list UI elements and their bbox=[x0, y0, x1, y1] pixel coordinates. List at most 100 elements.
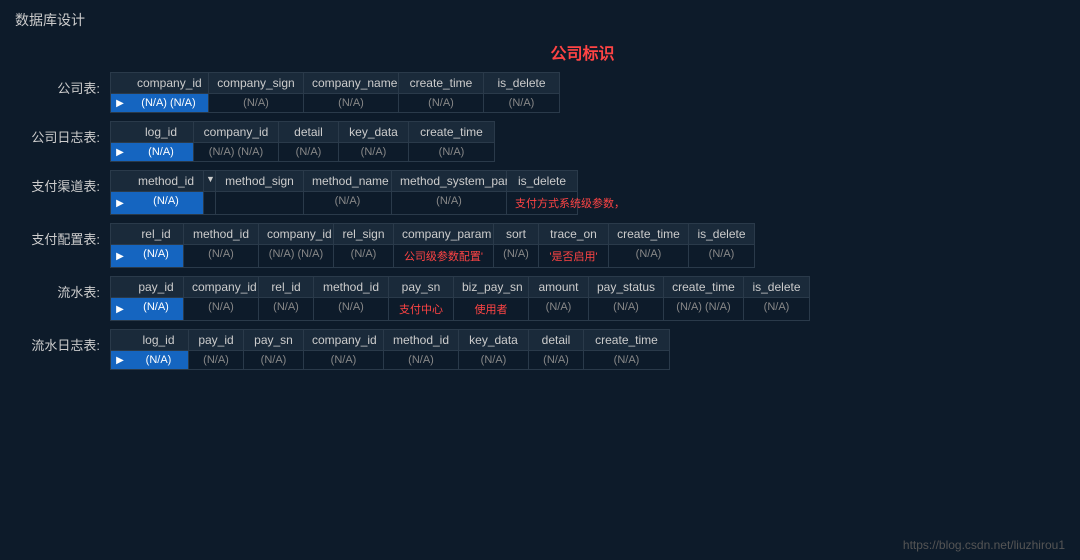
header-cell-0: rel_id bbox=[129, 224, 184, 244]
company-log-table: 公司日志表: log_idcompany_iddetailkey_datacrea… bbox=[15, 121, 1065, 162]
header-cell-2: pay_sn bbox=[244, 330, 304, 350]
header-cell-2: rel_id bbox=[259, 277, 314, 297]
company-table-row-0: ▶(N/A) (N/A)(N/A)(N/A)(N/A)(N/A) bbox=[110, 94, 560, 113]
header-cell-7: pay_status bbox=[589, 277, 664, 297]
header-cell-1: company_id bbox=[184, 277, 259, 297]
pay-method-table-table: method_id▼method_signmethod_namemethod_s… bbox=[110, 170, 578, 215]
pay-method-table-row-0: ▶(N/A)(N/A)(N/A)支付方式系统级参数， bbox=[110, 192, 578, 215]
data-cell-3: (N/A) bbox=[314, 298, 389, 320]
data-cell-9: (N/A) bbox=[744, 298, 809, 320]
data-cell-1: (N/A) bbox=[184, 298, 259, 320]
header-cell-1: ▼ bbox=[204, 171, 216, 191]
data-cell-2: (N/A) bbox=[279, 143, 339, 161]
header-cell-4: create_time bbox=[409, 122, 494, 142]
pay-method-table-label: 支付渠道表: bbox=[15, 170, 100, 195]
header-cell-5: is_delete bbox=[507, 171, 577, 191]
data-cell-6: (N/A) bbox=[529, 351, 584, 369]
row-arrow: ▶ bbox=[111, 298, 129, 320]
flow-log-table-table: log_idpay_idpay_sncompany_idmethod_idkey… bbox=[110, 329, 670, 370]
header-cell-0: method_id bbox=[129, 171, 204, 191]
pay-config-table-row-0: ▶(N/A)(N/A)(N/A) (N/A)(N/A)公司级参数配置'(N/A)… bbox=[110, 245, 755, 268]
arrow-placeholder bbox=[111, 330, 129, 350]
header-cell-0: log_id bbox=[129, 122, 194, 142]
sections-container: 公司表: company_idcompany_signcompany_namecr… bbox=[15, 72, 1065, 370]
row-arrow: ▶ bbox=[111, 94, 129, 112]
header-cell-3: create_time bbox=[399, 73, 484, 93]
header-cell-5: key_data bbox=[459, 330, 529, 350]
data-cell-2: (N/A) bbox=[304, 192, 392, 214]
company-table-header: company_idcompany_signcompany_namecreate… bbox=[110, 72, 560, 94]
header-cell-2: company_id bbox=[259, 224, 334, 244]
flow-table: 流水表: pay_idcompany_idrel_idmethod_idpay_s… bbox=[15, 276, 1065, 321]
header-cell-5: sort bbox=[494, 224, 539, 244]
header-cell-7: create_time bbox=[584, 330, 669, 350]
pay-config-table-table: rel_idmethod_idcompany_idrel_signcompany… bbox=[110, 223, 755, 268]
data-cell-2: (N/A) bbox=[244, 351, 304, 369]
company-table-label: 公司表: bbox=[15, 72, 100, 97]
header-cell-4: method_id bbox=[384, 330, 459, 350]
header-cell-2: company_name bbox=[304, 73, 399, 93]
data-cell-1 bbox=[216, 192, 304, 214]
header-cell-0: company_id bbox=[129, 73, 209, 93]
data-cell-4: (N/A) bbox=[409, 143, 494, 161]
pay-method-table-header: method_id▼method_signmethod_namemethod_s… bbox=[110, 170, 578, 192]
flow-table-label: 流水表: bbox=[15, 276, 100, 301]
data-cell-3: (N/A) bbox=[304, 351, 384, 369]
data-cell-3: (N/A) bbox=[399, 94, 484, 112]
pay-config-table: 支付配置表: rel_idmethod_idcompany_idrel_signc… bbox=[15, 223, 1065, 268]
header-cell-2: detail bbox=[279, 122, 339, 142]
data-cell-5: (N/A) bbox=[494, 245, 539, 267]
header-cell-5: biz_pay_sn bbox=[454, 277, 529, 297]
arrow-placeholder bbox=[111, 224, 129, 244]
data-cell-1: (N/A) bbox=[184, 245, 259, 267]
header-cell-4: method_system_param bbox=[392, 171, 507, 191]
company-table: 公司表: company_idcompany_signcompany_namecr… bbox=[15, 72, 1065, 113]
data-cell-0: (N/A) bbox=[129, 192, 204, 214]
header-cell-3: key_data bbox=[339, 122, 409, 142]
company-log-table-label: 公司日志表: bbox=[15, 121, 100, 146]
company-table-table: company_idcompany_signcompany_namecreate… bbox=[110, 72, 560, 113]
watermark: https://blog.csdn.net/liuzhirou1 bbox=[903, 538, 1065, 552]
flow-log-table-header: log_idpay_idpay_sncompany_idmethod_idkey… bbox=[110, 329, 670, 351]
header-cell-1: pay_id bbox=[189, 330, 244, 350]
header-cell-3: method_id bbox=[314, 277, 389, 297]
empty-cell bbox=[204, 192, 216, 214]
arrow-placeholder bbox=[111, 73, 129, 93]
page-title: 数据库设计 bbox=[0, 0, 1080, 35]
data-cell-4: 支付方式系统级参数， bbox=[507, 192, 577, 214]
section-title: 公司标识 bbox=[15, 40, 1065, 64]
row-arrow: ▶ bbox=[111, 351, 129, 369]
data-cell-3: (N/A) bbox=[392, 192, 507, 214]
data-cell-4: (N/A) bbox=[384, 351, 459, 369]
header-cell-4: pay_sn bbox=[389, 277, 454, 297]
data-cell-1: (N/A) bbox=[189, 351, 244, 369]
data-cell-4: (N/A) bbox=[484, 94, 559, 112]
data-cell-1: (N/A) (N/A) bbox=[194, 143, 279, 161]
flow-table-row-0: ▶(N/A)(N/A)(N/A)(N/A)支付中心使用者(N/A)(N/A)(N… bbox=[110, 298, 810, 321]
header-cell-9: is_delete bbox=[744, 277, 809, 297]
main-content: 公司标识 公司表: company_idcompany_signcompany_n… bbox=[0, 35, 1080, 383]
pay-config-table-header: rel_idmethod_idcompany_idrel_signcompany… bbox=[110, 223, 755, 245]
header-cell-6: amount bbox=[529, 277, 589, 297]
flow-table-header: pay_idcompany_idrel_idmethod_idpay_snbiz… bbox=[110, 276, 810, 298]
data-cell-8: (N/A) (N/A) bbox=[664, 298, 744, 320]
header-cell-7: create_time bbox=[609, 224, 689, 244]
data-cell-4: 公司级参数配置' bbox=[394, 245, 494, 267]
data-cell-5: (N/A) bbox=[459, 351, 529, 369]
header-cell-3: company_id bbox=[304, 330, 384, 350]
company-log-table-header: log_idcompany_iddetailkey_datacreate_tim… bbox=[110, 121, 495, 143]
data-cell-4: 支付中心 bbox=[389, 298, 454, 320]
arrow-placeholder bbox=[111, 122, 129, 142]
data-cell-5: 使用者 bbox=[454, 298, 529, 320]
row-arrow: ▶ bbox=[111, 143, 129, 161]
pay-config-table-label: 支付配置表: bbox=[15, 223, 100, 248]
flow-log-table: 流水日志表:log_idpay_idpay_sncompany_idmethod… bbox=[15, 329, 1065, 370]
arrow-placeholder bbox=[111, 277, 129, 297]
row-arrow: ▶ bbox=[111, 192, 129, 214]
data-cell-7: (N/A) bbox=[589, 298, 664, 320]
header-cell-2: method_sign bbox=[216, 171, 304, 191]
header-cell-4: is_delete bbox=[484, 73, 559, 93]
data-cell-0: (N/A) bbox=[129, 143, 194, 161]
data-cell-8: (N/A) bbox=[689, 245, 754, 267]
data-cell-6: (N/A) bbox=[529, 298, 589, 320]
